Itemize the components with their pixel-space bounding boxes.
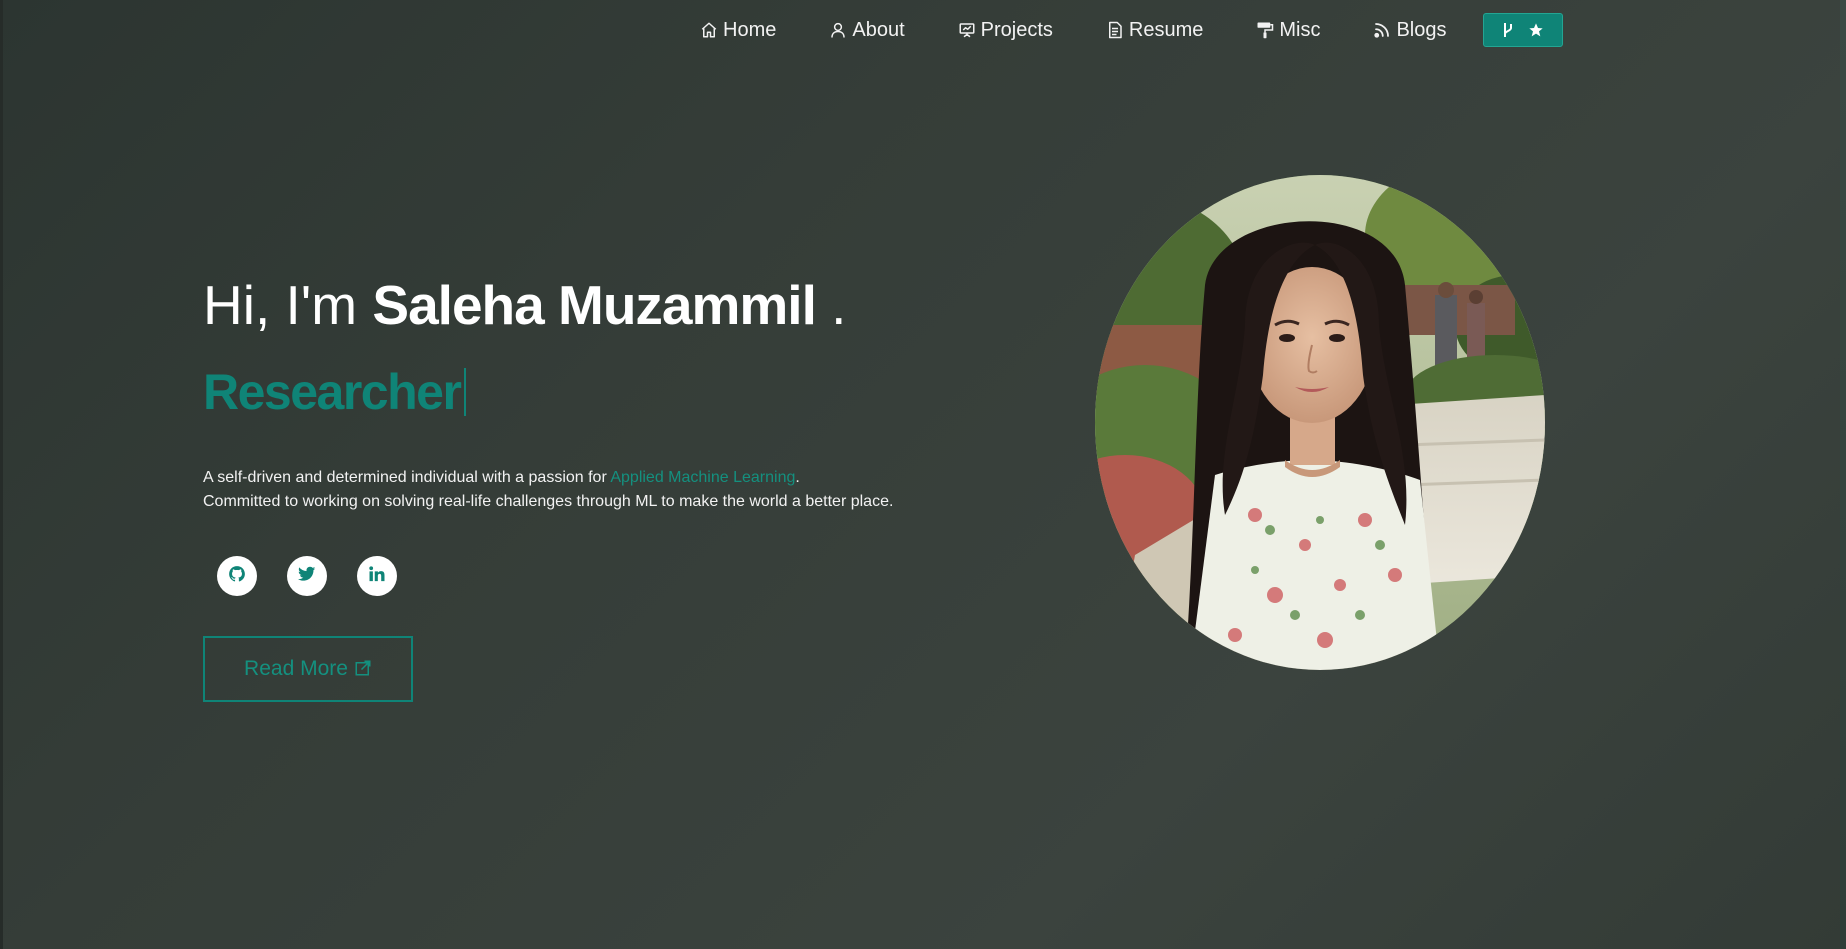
bio-line-1: A self-driven and determined individual …: [203, 466, 1003, 490]
user-icon: [829, 21, 847, 39]
nav-label-projects: Projects: [980, 18, 1053, 41]
navbar: Home About Projects Resume Misc Blogs: [700, 12, 1563, 48]
social-links: [217, 556, 1003, 596]
external-link-icon: [348, 656, 372, 683]
paint-roller-icon: [1256, 21, 1274, 39]
read-more-label: Read More: [244, 657, 348, 680]
bio-line1-prefix: A self-driven and determined individual …: [203, 469, 611, 486]
linkedin-icon: [368, 565, 386, 588]
nav-label-about: About: [852, 18, 905, 41]
nav-label-blogs: Blogs: [1396, 18, 1447, 41]
nav-item-resume[interactable]: Resume: [1106, 19, 1203, 42]
typing-cursor: [464, 368, 467, 416]
name-suffix: .: [815, 274, 847, 336]
star-icon: [1528, 22, 1544, 38]
bio-line-2: Committed to working on solving real-lif…: [203, 493, 894, 510]
github-icon: [228, 565, 246, 588]
nav-label-resume: Resume: [1128, 18, 1204, 41]
document-icon: [1106, 21, 1124, 39]
hero-bio: A self-driven and determined individual …: [203, 466, 1003, 514]
page-right-edge: [1840, 0, 1846, 949]
twitter-icon: [298, 565, 316, 588]
nav-item-projects[interactable]: Projects: [958, 19, 1053, 42]
read-more-button[interactable]: Read More: [203, 636, 413, 702]
hero-role-typing: Researcher: [203, 362, 1003, 422]
twitter-link[interactable]: [287, 556, 327, 596]
github-star-button[interactable]: [1482, 13, 1563, 47]
bio-line1-suffix: .: [795, 469, 800, 486]
nav-label-misc: Misc: [1279, 18, 1321, 41]
hero-section: Hi, I'm Saleha Muzammil . Researcher A s…: [203, 270, 1003, 702]
github-link[interactable]: [217, 556, 257, 596]
nav-item-blogs[interactable]: Blogs: [1373, 18, 1447, 42]
home-icon: [700, 21, 718, 39]
hero-name: Saleha Muzammil: [372, 274, 816, 336]
nav-item-about[interactable]: About: [829, 18, 905, 42]
git-branch-icon: [1502, 22, 1514, 38]
nav-label-home: Home: [723, 18, 777, 41]
rss-icon: [1373, 21, 1391, 39]
greeting-text: Hi, I'm: [203, 274, 373, 336]
bio-highlight: Applied Machine Learning: [610, 469, 796, 486]
presentation-icon: [958, 21, 976, 39]
nav-item-home[interactable]: Home: [700, 19, 776, 42]
role-text: Researcher: [203, 364, 462, 420]
profile-photo: [1095, 175, 1545, 670]
nav-item-misc[interactable]: Misc: [1256, 19, 1320, 42]
page-left-edge: [0, 0, 3, 949]
linkedin-link[interactable]: [357, 556, 397, 596]
hero-greeting: Hi, I'm Saleha Muzammil .: [203, 270, 1003, 340]
